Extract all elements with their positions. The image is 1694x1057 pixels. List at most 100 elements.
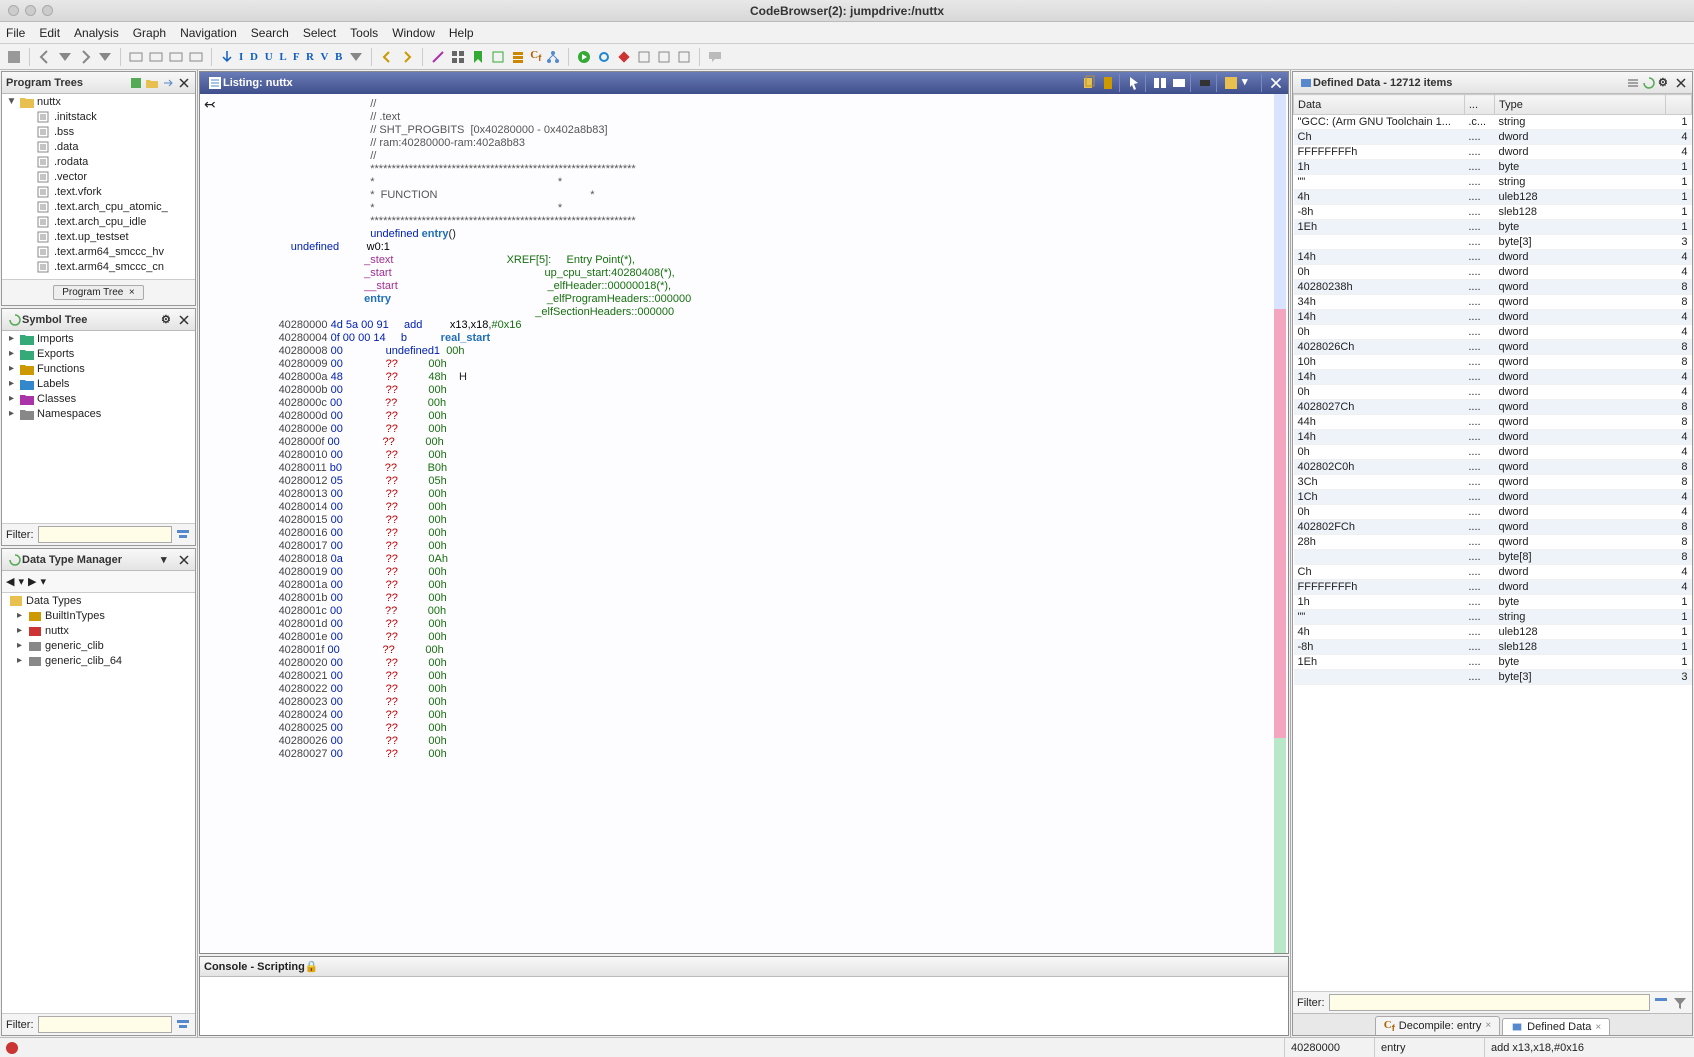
dtm-filter-input[interactable] (38, 1016, 173, 1033)
symbol-folder-imports[interactable]: ▸Imports (2, 331, 195, 346)
menu-tools[interactable]: Tools (350, 26, 378, 40)
table-row[interactable]: FFFFFFFFh....dword4 (1294, 580, 1692, 595)
tab-close-icon[interactable]: × (1595, 1022, 1601, 1033)
gear-icon[interactable]: ⚙ (161, 313, 175, 327)
table-row[interactable]: 0h....dword4 (1294, 325, 1692, 340)
table-row[interactable]: 34h....qword8 (1294, 295, 1692, 310)
table-row[interactable]: 14h....dword4 (1294, 430, 1692, 445)
menu-navigation[interactable]: Navigation (180, 26, 237, 40)
graph-icon[interactable] (545, 49, 561, 65)
dtm-item[interactable]: ▸nuttx (2, 623, 195, 638)
table-row[interactable]: 44h....qword8 (1294, 415, 1692, 430)
folder-icon[interactable] (145, 76, 159, 90)
table-row[interactable]: FFFFFFFFh....dword4 (1294, 145, 1692, 160)
table-row[interactable]: 28h....qword8 (1294, 535, 1692, 550)
fields-icon[interactable] (1223, 75, 1239, 91)
table-row[interactable]: 4h....uleb1281 (1294, 190, 1692, 205)
filter-options-icon[interactable] (1653, 995, 1669, 1011)
snap-icon[interactable] (656, 49, 672, 65)
nav2-icon[interactable] (148, 49, 164, 65)
col-data[interactable]: Data (1294, 95, 1465, 115)
stop-icon[interactable] (616, 49, 632, 65)
table-row[interactable]: 1h....byte1 (1294, 595, 1692, 610)
symbol-tree-filter-input[interactable] (38, 526, 173, 543)
tree-item[interactable]: .text.arch_cpu_idle (2, 214, 195, 229)
dtm-item[interactable]: ▸generic_clib (2, 638, 195, 653)
table-row[interactable]: 0h....dword4 (1294, 385, 1692, 400)
copy-icon[interactable] (1081, 75, 1097, 91)
forward-icon[interactable]: ▶ (28, 575, 36, 588)
next-icon[interactable] (399, 49, 415, 65)
table-row[interactable]: ....byte[8]8 (1294, 550, 1692, 565)
tree-item[interactable]: .text.arm64_smccc_hv (2, 244, 195, 259)
dtm-item[interactable]: ▸BuiltInTypes (2, 608, 195, 623)
gear-icon[interactable] (596, 49, 612, 65)
tree-item[interactable]: .rodata (2, 154, 195, 169)
dropdown-icon[interactable]: ▾ (40, 575, 46, 588)
dropdown-icon[interactable]: ▾ (1242, 75, 1258, 91)
tree-root[interactable]: ▼ nuttx (2, 94, 195, 109)
type-letters[interactable]: I D U L F R V B (239, 51, 344, 63)
table-row[interactable]: 0h....dword4 (1294, 505, 1692, 520)
tab-defined-data[interactable]: Defined Data × (1502, 1018, 1610, 1035)
tree-item[interactable]: .vector (2, 169, 195, 184)
table-row[interactable]: 4028027Ch....qword8 (1294, 400, 1692, 415)
symbol-folder-functions[interactable]: ▸Functions (2, 361, 195, 376)
dropdown-icon[interactable]: ▾ (18, 575, 24, 588)
table-row[interactable]: 1Eh....byte1 (1294, 220, 1692, 235)
down-icon[interactable] (219, 49, 235, 65)
close-window-icon[interactable] (8, 5, 19, 16)
chip-icon[interactable] (490, 49, 506, 65)
filter-options-icon[interactable] (175, 527, 191, 543)
col-loc[interactable]: ... (1464, 95, 1494, 115)
paste-icon[interactable] (1100, 75, 1116, 91)
table-row[interactable]: "GCC: (Arm GNU Toolchain 1....c...string… (1294, 115, 1692, 130)
console-body[interactable] (200, 977, 1288, 1035)
tree-item[interactable]: .initstack (2, 109, 195, 124)
refresh-icon[interactable] (1642, 76, 1656, 90)
tab-close-icon[interactable]: × (1485, 1020, 1491, 1031)
table-row[interactable]: 402802FCh....qword8 (1294, 520, 1692, 535)
back-icon[interactable]: ◀ (6, 575, 14, 588)
menu-file[interactable]: File (6, 26, 25, 40)
save-icon[interactable] (6, 49, 22, 65)
tab-decompile[interactable]: Cf Decompile: entry × (1375, 1016, 1500, 1035)
table-row[interactable]: 4028026Ch....qword8 (1294, 340, 1692, 355)
zoom-window-icon[interactable] (42, 5, 53, 16)
snapshot-icon[interactable] (1171, 75, 1187, 91)
bookmark-icon[interactable] (470, 49, 486, 65)
arrow-icon[interactable] (161, 76, 175, 90)
defined-data-filter-input[interactable] (1329, 994, 1651, 1011)
reg-icon[interactable] (676, 49, 692, 65)
close-icon[interactable] (177, 553, 191, 567)
tree-item[interactable]: .data (2, 139, 195, 154)
table-row[interactable]: ""....string1 (1294, 610, 1692, 625)
table-row[interactable]: ....byte[3]3 (1294, 670, 1692, 685)
minimize-window-icon[interactable] (25, 5, 36, 16)
symbol-folder-exports[interactable]: ▸Exports (2, 346, 195, 361)
close-icon[interactable] (1268, 75, 1284, 91)
table-row[interactable]: 1h....byte1 (1294, 160, 1692, 175)
lock-icon[interactable]: 🔒 (305, 960, 319, 973)
dropdown-icon[interactable] (348, 49, 364, 65)
table-row[interactable]: 14h....dword4 (1294, 250, 1692, 265)
close-icon[interactable] (177, 76, 191, 90)
cfg-icon[interactable] (636, 49, 652, 65)
back-icon[interactable] (37, 49, 53, 65)
back-arrow-icon[interactable]: ↢ (204, 98, 216, 111)
filter-options-icon[interactable] (175, 1017, 191, 1033)
menu-icon[interactable]: ▾ (161, 553, 175, 567)
table-row[interactable]: 402802C0h....qword8 (1294, 460, 1692, 475)
table-row[interactable]: 0h....dword4 (1294, 445, 1692, 460)
menu-search[interactable]: Search (251, 26, 289, 40)
nav4-icon[interactable] (188, 49, 204, 65)
table-row[interactable]: 4h....uleb1281 (1294, 625, 1692, 640)
table-row[interactable]: 10h....qword8 (1294, 355, 1692, 370)
tree-item[interactable]: .text.up_testset (2, 229, 195, 244)
symbol-folder-classes[interactable]: ▸Classes (2, 391, 195, 406)
dropdown-icon[interactable] (57, 49, 73, 65)
print-icon[interactable] (1197, 75, 1213, 91)
dtm-root[interactable]: Data Types (2, 593, 195, 608)
col-type[interactable]: Type (1494, 95, 1665, 115)
menu-help[interactable]: Help (449, 26, 474, 40)
